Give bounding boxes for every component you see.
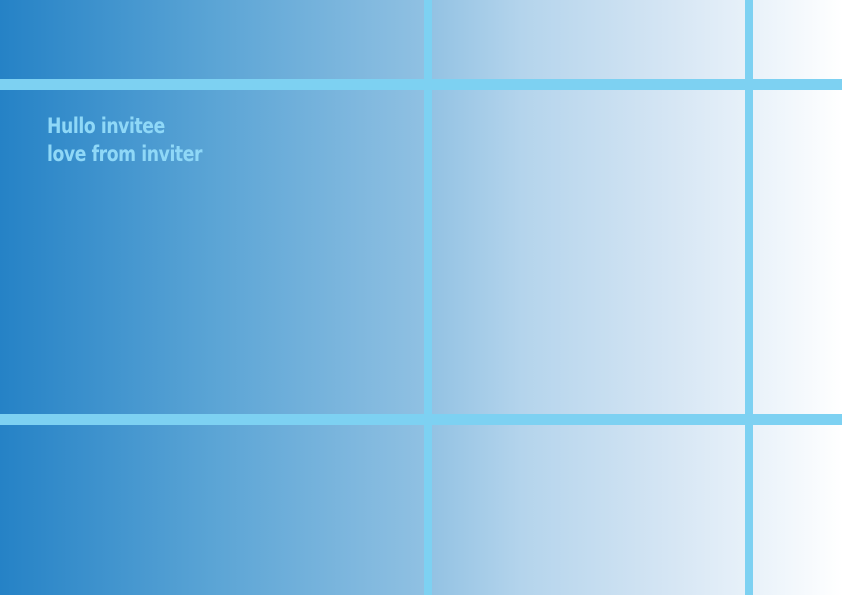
grid-line-horizontal-top [0,79,842,90]
signoff-line: love from inviter [47,142,203,166]
grid-line-horizontal-bottom [0,414,842,425]
greeting-line: Hullo invitee [47,114,165,138]
invitation-card-background: Hullo invitee love from inviter [0,0,842,595]
grid-line-vertical-middle [424,0,432,595]
invitation-message: Hullo invitee love from inviter [47,112,203,168]
grid-line-vertical-right [745,0,753,595]
